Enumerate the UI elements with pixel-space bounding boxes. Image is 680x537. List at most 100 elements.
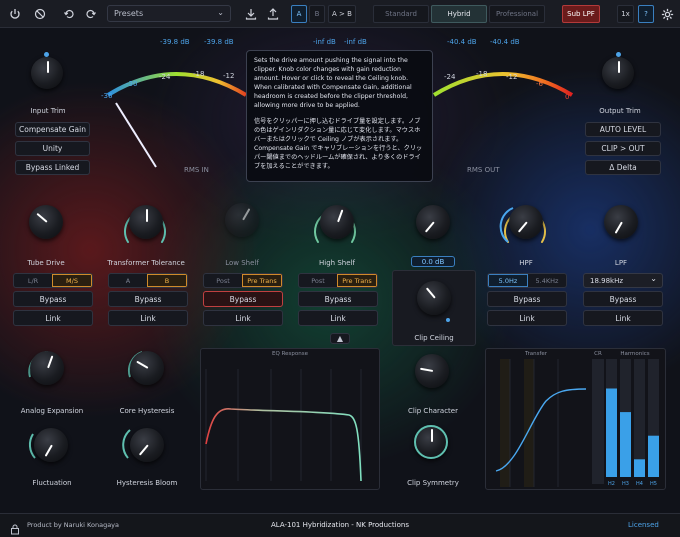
auto-level-button[interactable]: AUTO LEVEL — [585, 122, 661, 137]
in-tick-24: -24 — [159, 73, 171, 81]
clip-drive-value[interactable]: 0.0 dB — [411, 256, 455, 267]
in-tick-30: -30 — [126, 80, 138, 88]
mode-hybrid-tab[interactable]: Hybrid — [431, 5, 487, 23]
compensate-gain-button[interactable]: Compensate Gain — [15, 122, 90, 137]
hpf-label: HPF — [519, 259, 533, 267]
high-post-option[interactable]: Post — [299, 274, 337, 287]
low-pretrans-option[interactable]: Pre Trans — [242, 274, 282, 287]
scale-button[interactable]: 1x — [617, 5, 634, 23]
transformer-tolerance-label: Transformer Tolerance — [107, 259, 185, 267]
lpf-knob[interactable] — [604, 205, 638, 239]
low-shelf-link-button[interactable]: Link — [203, 310, 283, 326]
drive-tooltip: Sets the drive amount pushing the signal… — [246, 50, 433, 182]
low-shelf-knob[interactable] — [225, 203, 259, 237]
transformer-b-option[interactable]: B — [147, 274, 187, 287]
hpf-frequency-toggle[interactable]: 5.0Hz 5.4KHz — [487, 273, 567, 288]
mode-professional-tab[interactable]: Professional — [489, 5, 545, 23]
transfer-panel: Transfer CR Harmonics H2 H3 H4 H5 — [485, 348, 666, 490]
eq-response-panel: EQ Response — [200, 348, 380, 490]
core-hysteresis-knob[interactable] — [130, 351, 164, 385]
lock-icon[interactable] — [10, 520, 20, 537]
low-shelf-position-toggle[interactable]: Post Pre Trans — [203, 273, 283, 288]
bypass-linked-button[interactable]: Bypass Linked — [15, 160, 90, 175]
clip-symmetry-knob[interactable] — [414, 425, 448, 459]
out-tick-6: -6 — [536, 80, 543, 88]
hysteresis-bloom-knob[interactable] — [130, 428, 164, 462]
tube-drive-link-button[interactable]: Link — [13, 310, 93, 326]
transformer-bypass-button[interactable]: Bypass — [108, 291, 188, 307]
input-trim-dot — [44, 52, 49, 57]
clip-drive-knob[interactable] — [416, 205, 450, 239]
input-trim-knob[interactable] — [31, 57, 63, 89]
hpf-freq-low-option[interactable]: 5.0Hz — [488, 274, 528, 287]
fluctuation-label: Fluctuation — [32, 479, 72, 487]
clip-ceiling-dot — [446, 318, 450, 322]
mode-standard-tab[interactable]: Standard — [373, 5, 429, 23]
undo-icon[interactable] — [58, 4, 80, 24]
collapse-arrow-up-icon[interactable]: ▲ — [330, 333, 350, 344]
harmonic-label-h2: H2 — [608, 481, 615, 487]
input-trim-label: Input Trim — [30, 107, 66, 115]
clip-character-knob[interactable] — [415, 354, 449, 388]
author-credit: Product by Naruki Konagaya — [27, 521, 120, 529]
transformer-ab-toggle[interactable]: A B — [108, 273, 188, 288]
save-icon[interactable] — [240, 4, 262, 24]
hpf-knob[interactable] — [509, 205, 543, 239]
stereo-mode-toggle[interactable]: L/R M/S — [13, 273, 93, 288]
tube-drive-label: Tube Drive — [27, 259, 65, 267]
harmonics-chart: H2 H3 H4 H5 — [606, 359, 659, 487]
harmonic-bar-h2 — [606, 388, 617, 477]
transfer-curve — [495, 359, 587, 487]
high-pretrans-option[interactable]: Pre Trans — [337, 274, 377, 287]
high-shelf-position-toggle[interactable]: Post Pre Trans — [298, 273, 378, 288]
unity-button[interactable]: Unity — [15, 141, 90, 156]
delta-button[interactable]: Δ Delta — [585, 160, 661, 175]
redo-icon[interactable] — [80, 4, 102, 24]
in-peak-right: -39.8 dB — [204, 38, 234, 46]
core-hysteresis-label: Core Hysteresis — [119, 407, 175, 415]
eq-response-curve — [205, 369, 362, 482]
low-post-option[interactable]: Post — [204, 274, 242, 287]
hpf-bypass-button[interactable]: Bypass — [487, 291, 567, 307]
load-icon[interactable] — [262, 4, 284, 24]
power-icon[interactable] — [4, 4, 26, 24]
help-button[interactable]: ? — [638, 5, 654, 23]
in-tick-18: -18 — [193, 70, 205, 78]
lpf-link-button[interactable]: Link — [583, 310, 663, 326]
analog-expansion-knob[interactable] — [30, 351, 64, 385]
preset-select[interactable]: Presets ⌄ — [107, 5, 231, 22]
tube-drive-knob[interactable] — [29, 205, 63, 239]
ab-a-button[interactable]: A — [291, 5, 307, 23]
lr-option[interactable]: L/R — [14, 274, 52, 287]
transformer-link-button[interactable]: Link — [108, 310, 188, 326]
tube-drive-bypass-button[interactable]: Bypass — [13, 291, 93, 307]
license-status[interactable]: Licensed — [628, 521, 659, 529]
transformer-a-option[interactable]: A — [109, 274, 147, 287]
in-tick-12: -12 — [223, 72, 235, 80]
high-shelf-bypass-button[interactable]: Bypass — [298, 291, 378, 307]
transfer-title: Transfer — [524, 351, 548, 357]
ms-option[interactable]: M/S — [52, 274, 92, 287]
hpf-link-button[interactable]: Link — [487, 310, 567, 326]
low-shelf-bypass-button[interactable]: Bypass — [203, 291, 283, 307]
high-shelf-link-button[interactable]: Link — [298, 310, 378, 326]
circle-slash-icon[interactable] — [29, 4, 51, 24]
clip-symmetry-label: Clip Symmetry — [407, 479, 459, 487]
transformer-tolerance-knob[interactable] — [129, 205, 163, 239]
clip-out-button[interactable]: CLIP > OUT — [585, 141, 661, 156]
sub-lpf-button[interactable]: Sub LPF — [562, 5, 600, 23]
high-shelf-knob[interactable] — [320, 205, 354, 239]
lpf-frequency-select[interactable]: 18.98kHz ⌄ — [583, 273, 663, 288]
output-trim-dot — [616, 52, 621, 57]
lpf-bypass-button[interactable]: Bypass — [583, 291, 663, 307]
harmonic-track — [634, 359, 645, 477]
gear-icon[interactable] — [656, 4, 678, 24]
hpf-freq-high-option[interactable]: 5.4KHz — [528, 274, 566, 287]
clip-ceiling-knob[interactable] — [417, 281, 451, 315]
ab-copy-button[interactable]: A > B — [328, 5, 356, 23]
ab-b-button[interactable]: B — [309, 5, 325, 23]
rms-out-label: RMS OUT — [467, 166, 500, 174]
output-trim-knob[interactable] — [602, 57, 634, 89]
tooltip-japanese: 信号をクリッパーに押し込むドライブ量を設定します。ノブの色はゲインリダクション量… — [254, 118, 423, 170]
fluctuation-knob[interactable] — [34, 428, 68, 462]
